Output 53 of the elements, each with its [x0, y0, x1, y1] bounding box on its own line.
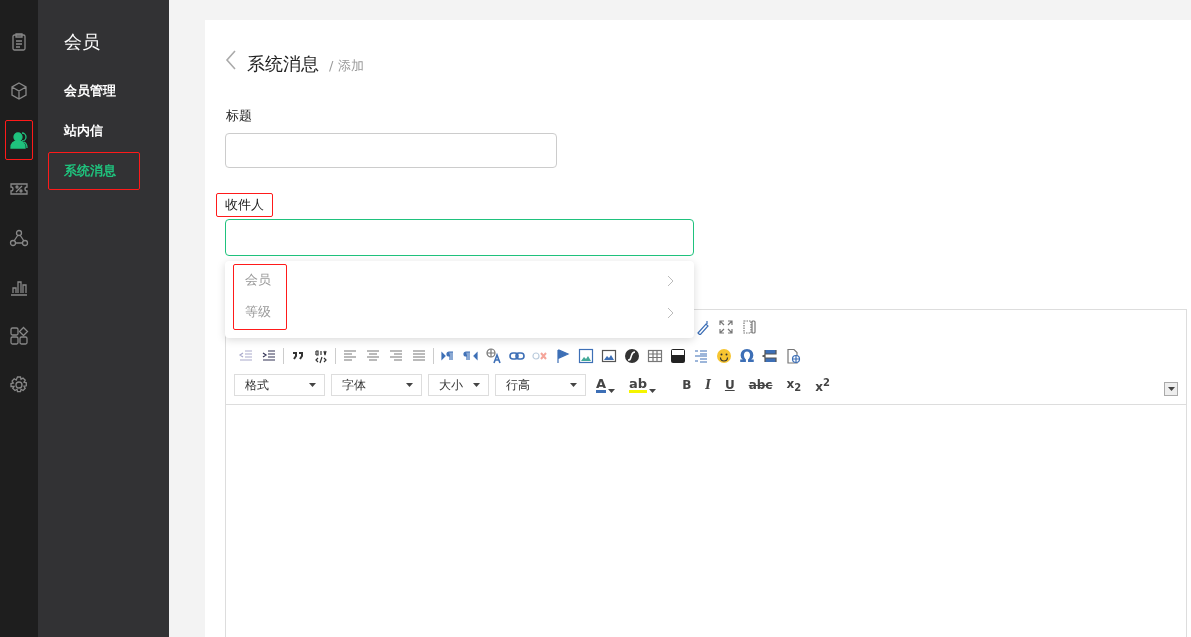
code-icon[interactable] — [313, 348, 329, 364]
pen-icon[interactable] — [695, 319, 711, 335]
page-break-icon[interactable] — [762, 348, 778, 364]
field-label: 收件人 — [216, 193, 273, 217]
page-title: 系统消息 — [247, 52, 319, 76]
chevron-right-icon — [667, 307, 674, 319]
bold-button[interactable]: B — [678, 378, 696, 392]
image-icon[interactable] — [578, 348, 594, 364]
field-label: 标题 — [225, 107, 253, 125]
flash-icon[interactable] — [624, 348, 640, 364]
fullscreen-icon[interactable] — [718, 319, 734, 335]
breadcrumb: / 添加 — [329, 57, 364, 75]
indent-icon[interactable] — [261, 348, 277, 364]
dropdown-select[interactable]: 字体 — [331, 374, 422, 396]
caret-icon — [473, 383, 480, 387]
apps-icon[interactable] — [9, 326, 29, 346]
dropdown-select[interactable]: 格式 — [234, 374, 325, 396]
nodes-icon[interactable] — [9, 228, 29, 248]
color-button[interactable]: ab — [625, 377, 661, 393]
chevron-right-icon — [667, 275, 674, 287]
caret-icon — [309, 383, 316, 387]
globe-icon[interactable] — [486, 348, 502, 364]
collapse-button[interactable] — [1164, 382, 1178, 396]
sidebar-item[interactable]: 会员管理 — [48, 72, 140, 110]
caret-icon — [570, 383, 577, 387]
caret-icon — [1167, 387, 1175, 391]
preview-icon[interactable] — [741, 319, 757, 335]
omega-symbol[interactable]: Ω — [739, 346, 755, 366]
caret-icon — [608, 389, 616, 393]
sidebar-item[interactable]: 站内信 — [48, 112, 140, 150]
flag-icon[interactable] — [555, 348, 571, 364]
smiley-icon[interactable] — [716, 348, 732, 364]
color-button[interactable]: A — [592, 377, 620, 393]
dropdown-select[interactable]: 大小 — [428, 374, 489, 396]
table-icon[interactable] — [647, 348, 663, 364]
strike-button[interactable]: abc — [744, 378, 777, 392]
sup-button[interactable]: x$^{2}$ — [811, 376, 834, 394]
cube-icon[interactable] — [9, 81, 29, 101]
input-field[interactable] — [225, 133, 557, 168]
sidebar-item[interactable]: 系统消息 — [48, 152, 140, 190]
input-field[interactable] — [225, 219, 694, 256]
dropdown-select[interactable]: 行高 — [495, 374, 586, 396]
caret-icon — [649, 389, 657, 393]
picture-icon[interactable] — [601, 348, 617, 364]
caret-icon — [406, 383, 413, 387]
section-title: 会员 — [64, 30, 101, 54]
user-icon[interactable] — [9, 130, 29, 150]
sub-button[interactable]: x$_{2}$ — [782, 376, 806, 394]
underline-button[interactable]: U — [720, 378, 739, 392]
italic-button[interactable]: I — [701, 378, 715, 392]
template-icon[interactable] — [785, 348, 801, 364]
settings-icon[interactable] — [9, 375, 29, 395]
clipboard-icon[interactable] — [9, 32, 29, 52]
